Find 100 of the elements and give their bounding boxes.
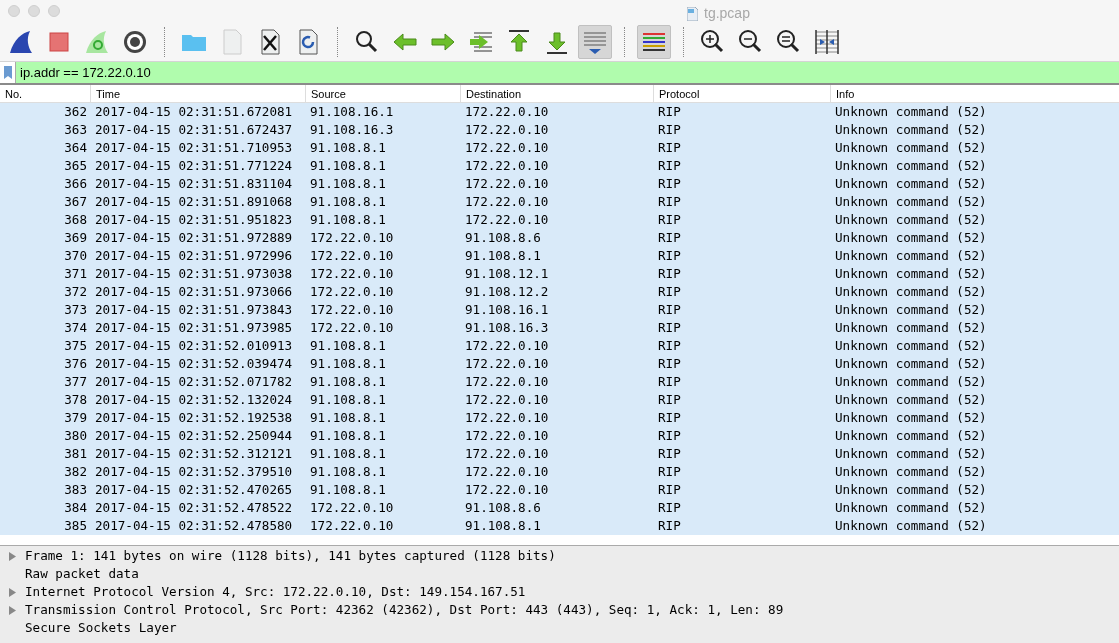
- table-cell-text: 363: [63, 121, 88, 139]
- table-cell-text: 2017-04-15 02:31:52.470265: [94, 481, 294, 499]
- table-cell-text: 91.108.16.3: [309, 121, 395, 139]
- table-cell-text: 172.22.0.10: [309, 283, 395, 301]
- table-cell-text: 379: [63, 409, 88, 427]
- table-cell-text: RIP: [657, 139, 682, 157]
- table-cell-text: RIP: [657, 427, 682, 445]
- table-cell-text: Unknown command (52): [834, 373, 988, 391]
- table-cell-text: 376: [63, 355, 88, 373]
- table-cell-text: Unknown command (52): [834, 319, 988, 337]
- table-cell-text: Unknown command (52): [834, 445, 988, 463]
- table-cell-text: 91.108.16.1: [464, 301, 550, 319]
- table-cell-text: 380: [63, 427, 88, 445]
- packet-detail-item[interactable]: Secure Sockets Layer: [25, 618, 177, 638]
- table-cell-text: RIP: [657, 391, 682, 409]
- table-cell-text: 172.22.0.10: [309, 229, 395, 247]
- table-cell-text: 375: [63, 337, 88, 355]
- table-cell-text: Unknown command (52): [834, 391, 988, 409]
- table-cell-text: 2017-04-15 02:31:51.973066: [94, 283, 294, 301]
- table-cell-text: RIP: [657, 157, 682, 175]
- table-cell-text: 2017-04-15 02:31:51.771224: [94, 157, 294, 175]
- table-cell-text: 367: [63, 193, 88, 211]
- table-cell-text: RIP: [657, 265, 682, 283]
- table-cell-text: Unknown command (52): [834, 229, 988, 247]
- table-cell-text: 381: [63, 445, 88, 463]
- table-cell-text: 91.108.8.1: [309, 211, 387, 229]
- table-cell-text: 172.22.0.10: [464, 121, 550, 139]
- table-cell-text: Unknown command (52): [834, 301, 988, 319]
- table-cell-text: Unknown command (52): [834, 427, 988, 445]
- packet-detail-item[interactable]: Raw packet data: [25, 564, 139, 584]
- expand-triangle-icon[interactable]: [9, 551, 16, 561]
- table-cell-text: 91.108.8.1: [309, 445, 387, 463]
- table-cell-text: 382: [63, 463, 88, 481]
- table-cell-text: RIP: [657, 409, 682, 427]
- table-cell-text: 2017-04-15 02:31:52.312121: [94, 445, 294, 463]
- table-cell-text: 172.22.0.10: [464, 175, 550, 193]
- table-cell-text: Unknown command (52): [834, 265, 988, 283]
- table-cell-text: 91.108.8.1: [309, 409, 387, 427]
- table-cell-text: 372: [63, 283, 88, 301]
- table-cell-text: RIP: [657, 175, 682, 193]
- table-cell-text: Unknown command (52): [834, 121, 988, 139]
- table-cell-text: 2017-04-15 02:31:52.132024: [94, 391, 294, 409]
- table-cell-text: Unknown command (52): [834, 337, 988, 355]
- table-cell-text: 91.108.8.1: [309, 139, 387, 157]
- table-cell-text: 2017-04-15 02:31:52.071782: [94, 373, 294, 391]
- table-cell-text: 172.22.0.10: [464, 157, 550, 175]
- table-cell-text: Unknown command (52): [834, 481, 988, 499]
- table-cell-text: 91.108.16.3: [464, 319, 550, 337]
- table-cell-text: 2017-04-15 02:31:51.973843: [94, 301, 294, 319]
- table-cell-text: RIP: [657, 463, 682, 481]
- table-cell-text: 2017-04-15 02:31:51.972889: [94, 229, 294, 247]
- table-cell-text: 385: [63, 517, 88, 535]
- table-cell-text: 172.22.0.10: [464, 103, 550, 121]
- table-cell-text: RIP: [657, 499, 682, 517]
- bookmark-icon[interactable]: [3, 66, 12, 79]
- table-cell-text: 2017-04-15 02:31:51.972996: [94, 247, 294, 265]
- table-cell-text: 91.108.8.1: [309, 355, 387, 373]
- table-cell-text: 2017-04-15 02:31:52.478580: [94, 517, 294, 535]
- column-header[interactable]: No.: [0, 85, 90, 103]
- table-cell-text: RIP: [657, 445, 682, 463]
- table-cell-text: 172.22.0.10: [464, 193, 550, 211]
- table-cell-text: 2017-04-15 02:31:51.973038: [94, 265, 294, 283]
- table-cell-text: 91.108.8.1: [309, 481, 387, 499]
- table-cell-text: 172.22.0.10: [464, 355, 550, 373]
- table-cell-text: RIP: [657, 121, 682, 139]
- table-cell-text: Unknown command (52): [834, 409, 988, 427]
- table-cell-text: 369: [63, 229, 88, 247]
- colored-lines-button[interactable]: [637, 24, 671, 59]
- table-cell-text: 172.22.0.10: [464, 211, 550, 229]
- table-cell-text: 2017-04-15 02:31:51.672081: [94, 103, 294, 121]
- table-cell-text: Unknown command (52): [834, 247, 988, 265]
- lines-caret-button[interactable]: [578, 24, 612, 59]
- table-cell-text: Unknown command (52): [834, 139, 988, 157]
- packet-detail-item[interactable]: Frame 1: 141 bytes on wire (1128 bits), 141 bytes captured (1128 bits): [25, 546, 556, 566]
- table-cell-text: 2017-04-15 02:31:52.192538: [94, 409, 294, 427]
- table-cell-text: 172.22.0.10: [464, 481, 550, 499]
- table-cell-text: 2017-04-15 02:31:51.951823: [94, 211, 294, 229]
- table-cell-text: 91.108.8.1: [464, 517, 542, 535]
- table-cell-text: 172.22.0.10: [464, 373, 550, 391]
- packet-detail-item[interactable]: Transmission Control Protocol, Src Port: 42362 (42362), Dst Port: 443 (443), Seq: 1, Ack: 1, Len: 89: [25, 600, 784, 620]
- table-cell-text: 366: [63, 175, 88, 193]
- display-filter-field[interactable]: ip.addr == 172.22.0.10: [16, 62, 1119, 83]
- table-cell-text: 91.108.8.1: [309, 157, 387, 175]
- table-cell-text: RIP: [657, 247, 682, 265]
- table-cell-text: 378: [63, 391, 88, 409]
- table-cell-text: 2017-04-15 02:31:52.250944: [94, 427, 294, 445]
- table-cell-text: 383: [63, 481, 88, 499]
- table-cell-text: Unknown command (52): [834, 463, 988, 481]
- table-cell-text: 172.22.0.10: [464, 391, 550, 409]
- table-cell-text: 2017-04-15 02:31:51.891068: [94, 193, 294, 211]
- packet-detail-item[interactable]: Internet Protocol Version 4, Src: 172.22.0.10, Dst: 149.154.167.51: [25, 582, 526, 602]
- file-icon: [687, 6, 698, 21]
- table-cell-text: 91.108.8.6: [464, 499, 542, 517]
- table-cell-text: 365: [63, 157, 88, 175]
- table-cell-text: 91.108.16.1: [309, 103, 395, 121]
- table-cell-text: RIP: [657, 193, 682, 211]
- table-cell-text: 91.108.8.1: [309, 463, 387, 481]
- table-cell-text: 172.22.0.10: [309, 301, 395, 319]
- table-cell-text: 91.108.8.1: [309, 391, 387, 409]
- table-cell-text: RIP: [657, 481, 682, 499]
